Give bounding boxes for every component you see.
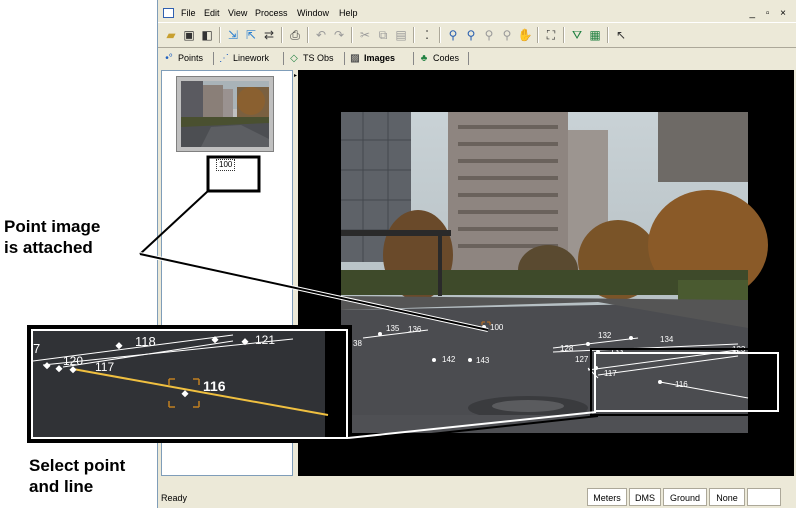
status-extra-panel [747,488,781,506]
zoom-out-icon[interactable]: ⚲ [463,27,479,43]
street-photo: 100 135 136 38 142 143 132 134 133 123 1… [341,112,783,433]
grid-table-icon[interactable]: ▦ [587,27,603,43]
menu-file[interactable]: File [181,8,196,18]
thumbnail-photo [181,81,269,147]
menu-window[interactable]: Window [297,8,329,18]
menu-help[interactable]: Help [339,8,358,18]
tab-points[interactable]: •° Points [163,51,203,66]
photo-label-116: 116 [675,380,688,389]
inset-label-120: 120 [63,354,83,368]
callout-select-point-line2: and line [29,477,94,496]
export-icon[interactable]: ⇱ [243,27,259,43]
zoom-previous-icon[interactable]: ⚲ [481,27,497,43]
survey-icon[interactable]: ⛛ [569,27,585,43]
photo-label-127: 127 [575,355,589,364]
inset-label-116: 116 [203,378,226,394]
points-icon: •° [165,53,173,64]
menu-bar: File Edit View Process Window Help _ ▫ × [157,2,796,22]
callout-point-image: Point image is attached [4,216,100,258]
codes-icon: ♣ [420,53,428,64]
photo-label-100: 100 [490,323,504,332]
photo-label-38: 38 [353,339,362,348]
window-controls[interactable]: _ ▫ × [749,8,790,19]
photo-label-117: 117 [604,369,617,378]
redo-icon[interactable]: ↷ [331,27,347,43]
image-thumbnail[interactable] [176,76,274,152]
save-all-icon[interactable]: ◧ [199,27,215,43]
status-text: Ready [161,493,188,503]
ts-obs-icon: ◇ [290,53,298,64]
inset-label-121: 121 [255,333,275,347]
splitter-arrow-icon[interactable]: ▸ [294,72,297,79]
help-pointer-icon[interactable]: ↖ [613,27,629,43]
select-point-icon[interactable]: ⁚ [419,27,435,43]
photo-label-136: 136 [408,325,422,334]
tab-codes-label: Codes [433,53,460,63]
photo-label-143: 143 [476,356,490,365]
inset-label-7: 7 [33,341,40,356]
callout-select-point-line1: Select point [29,456,126,475]
linework-icon: ⋰ [219,53,229,64]
tab-points-label: Points [178,53,204,63]
menu-edit[interactable]: Edit [204,8,220,18]
zoom-inset-image: 118 7 120 117 116 121 [31,329,348,439]
thumbnail-label[interactable]: 100 [216,159,236,171]
status-angle-format[interactable]: DMS [629,488,661,506]
tab-linework[interactable]: ⋰ Linework [218,51,269,66]
save-icon[interactable]: ▣ [181,27,197,43]
tab-ts-obs-label: TS Obs [303,53,334,63]
paste-icon[interactable]: ▤ [393,27,409,43]
cut-icon[interactable]: ✂ [357,27,373,43]
callout-point-image-line1: Point image [4,217,101,236]
status-bar: Ready Meters DMS Ground None [157,486,796,508]
app-icon[interactable] [163,8,174,18]
callout-point-image-line2: is attached [4,238,93,257]
tab-bar: •° Points ⋰ Linework ◇ TS Obs ▨ Images ♣ Code… [157,47,796,69]
menu-view[interactable]: View [228,8,247,18]
tab-ts-obs[interactable]: ◇ TS Obs [288,51,334,66]
callout-select-point: Select point and line [29,455,125,497]
inset-label-118: 118 [135,334,156,349]
photo-label-134: 134 [660,335,674,344]
photo-label-142: 142 [442,355,456,364]
status-units[interactable]: Meters [587,488,627,506]
zoom-next-icon[interactable]: ⚲ [499,27,515,43]
open-folder-icon[interactable]: ▰ [163,27,179,43]
tab-linework-label: Linework [233,53,270,63]
photo-label-128: 128 [560,344,574,353]
menu-process[interactable]: Process [255,8,288,18]
pan-hand-icon[interactable]: ✋ [517,27,533,43]
inset-label-117: 117 [95,360,114,374]
tab-images[interactable]: ▨ Images [349,51,395,66]
undo-icon[interactable]: ↶ [313,27,329,43]
copy-icon[interactable]: ⧉ [375,27,391,43]
convert-icon[interactable]: ⇄ [261,27,277,43]
zoom-in-icon[interactable]: ⚲ [445,27,461,43]
zoom-extents-icon[interactable]: ⛶ [543,27,559,43]
status-coordinate-type[interactable]: Ground [663,488,707,506]
print-icon[interactable]: ⎙ [287,27,303,43]
tab-images-label: Images [364,53,396,63]
tab-codes[interactable]: ♣ Codes [418,51,459,66]
images-icon: ▨ [350,53,360,64]
toolbar: ▰ ▣ ◧ ⇲ ⇱ ⇄ ⎙ ↶ ↷ ✂ ⧉ ▤ ⁚ ⚲ ⚲ ⚲ ⚲ ✋ ⛶ ⛛ … [157,22,796,48]
image-viewer[interactable]: 100 135 136 38 142 143 132 134 133 123 1… [298,70,794,476]
photo-label-135: 135 [386,324,400,333]
status-snap-mode[interactable]: None [709,488,745,506]
import-icon[interactable]: ⇲ [225,27,241,43]
photo-label-132: 132 [598,331,612,340]
